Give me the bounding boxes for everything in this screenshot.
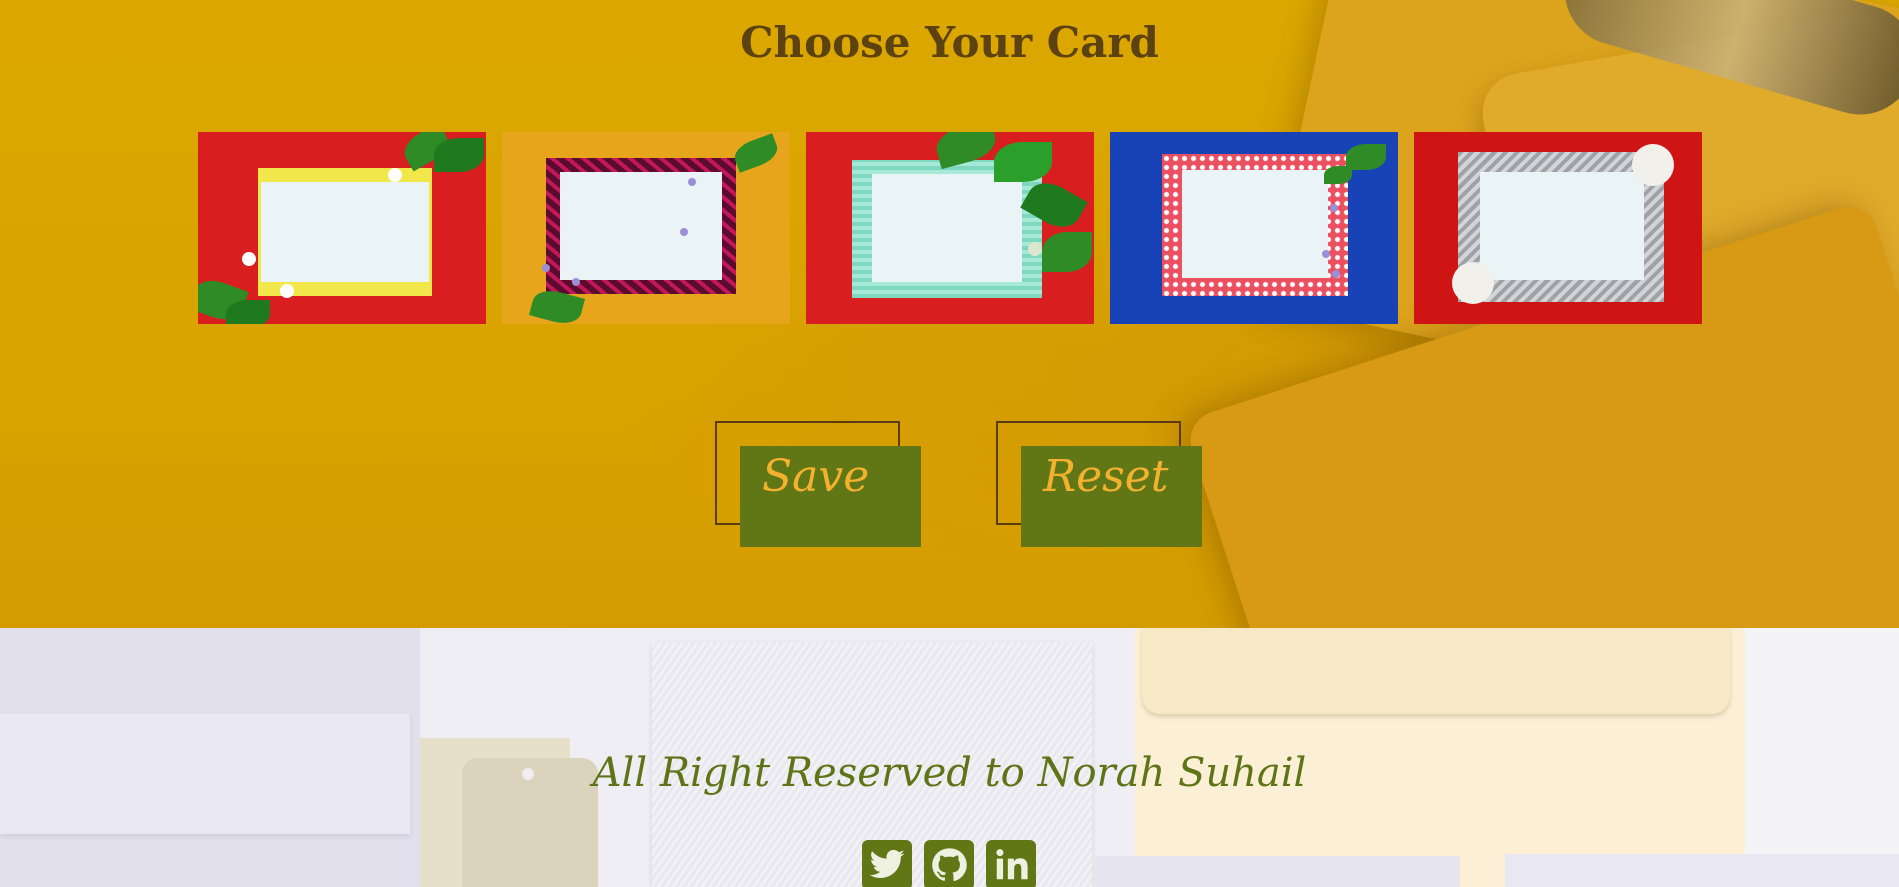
envelope-decoration <box>1095 856 1460 887</box>
envelope-decoration <box>1505 854 1899 887</box>
envelope-flap-decoration <box>1142 628 1730 714</box>
card-option-blue-floral[interactable] <box>1110 132 1398 324</box>
card-option-orange-zebra[interactable] <box>502 132 790 324</box>
card-option-red-mint[interactable] <box>806 132 1094 324</box>
save-button[interactable]: Save <box>740 446 921 547</box>
linkedin-link[interactable] <box>986 840 1036 887</box>
card-option-red-silver[interactable] <box>1414 132 1702 324</box>
card-option-red-floral[interactable] <box>198 132 486 324</box>
github-link[interactable] <box>924 840 974 887</box>
save-label: Save <box>762 450 870 502</box>
reset-button-group: Reset <box>996 421 1206 551</box>
page-title: Choose Your Card <box>740 18 1159 67</box>
reset-button[interactable]: Reset <box>1021 446 1202 547</box>
twitter-link[interactable] <box>862 840 912 887</box>
twitter-icon <box>869 849 905 879</box>
github-icon <box>932 848 967 882</box>
linkedin-icon <box>996 849 1028 880</box>
hero-section: Choose Your Card Save Reset <box>0 0 1899 628</box>
copyright-text: All Right Reserved to Norah Suhail <box>592 750 1307 796</box>
footer: All Right Reserved to Norah Suhail <box>0 628 1899 887</box>
save-button-group: Save <box>715 421 925 551</box>
reset-label: Reset <box>1043 450 1169 502</box>
